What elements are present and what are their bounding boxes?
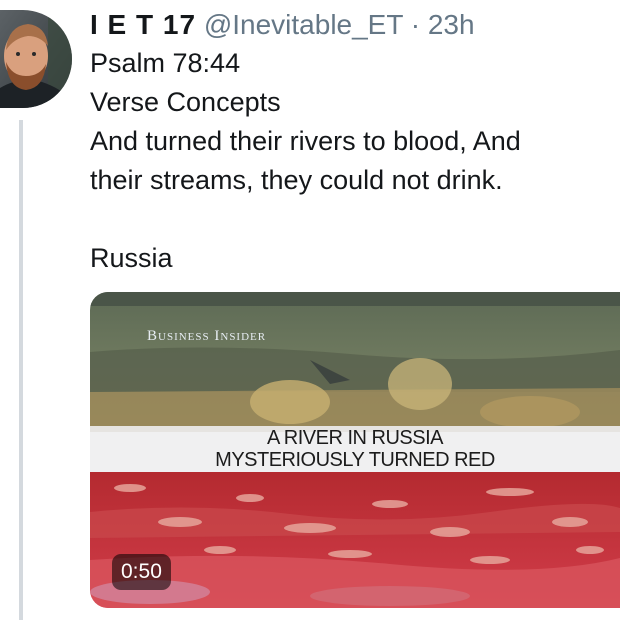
tweet-line: Russia [90, 243, 173, 273]
user-handle[interactable]: @Inevitable_ET [204, 9, 403, 40]
timestamp[interactable]: 23h [428, 9, 475, 40]
headline-line: A RIVER IN RUSSIA [267, 427, 444, 449]
video-duration-badge: 0:50 [112, 554, 171, 590]
headline-banner: A RIVER IN RUSSIA MYSTERIOUSLY TURNED RE… [90, 426, 620, 472]
headline-line: MYSTERIOUSLY TURNED RED [215, 449, 495, 471]
display-name[interactable]: I E T 17 [90, 9, 196, 40]
tweet-line: their streams, they could not drink. [90, 165, 503, 195]
thread-line [19, 120, 23, 620]
separator-dot: · [410, 9, 421, 40]
brand-watermark: Business Insider [147, 328, 267, 344]
tweet-line: Psalm 78:44 [90, 48, 241, 78]
avatar[interactable] [0, 10, 72, 108]
tweet-header: I E T 17 @Inevitable_ET · 23h [90, 8, 475, 42]
video-thumbnail[interactable]: Business Insider A RIVER IN RUSSIA MYSTE… [90, 292, 620, 608]
tweet-line: Verse Concepts [90, 87, 281, 117]
tweet-text: Psalm 78:44 Verse Concepts And turned th… [90, 44, 615, 278]
tweet-line: And turned their rivers to blood, And [90, 126, 521, 156]
